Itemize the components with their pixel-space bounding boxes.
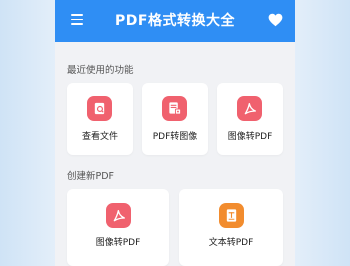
create-image-to-pdf-card[interactable]: 图像转PDF	[67, 189, 169, 266]
search-file-icon	[87, 96, 112, 121]
view-file-label: 查看文件	[81, 132, 118, 142]
image-to-pdf-label: 图像转PDF	[227, 132, 273, 142]
pdf-to-image-icon	[162, 96, 187, 121]
favorite-heart-icon[interactable]	[268, 12, 283, 27]
pdf-to-image-label: PDF转图像	[152, 132, 198, 142]
acrobat-pdf-icon	[237, 96, 262, 121]
create-section-title: 创建新PDF	[67, 171, 115, 182]
create-image-to-pdf-label: 图像转PDF	[95, 238, 141, 248]
text-document-icon	[219, 203, 244, 228]
phone-screen: PDF格式转换大全 最近使用的功能 查看文件 PDF转图像 图像转PDF 创建新…	[55, 0, 295, 266]
view-file-card[interactable]: 查看文件	[67, 83, 133, 155]
pdf-to-image-card[interactable]: PDF转图像	[142, 83, 208, 155]
text-to-pdf-label: 文本转PDF	[208, 238, 254, 248]
text-to-pdf-card[interactable]: 文本转PDF	[179, 189, 283, 266]
recent-section-title: 最近使用的功能	[67, 65, 134, 76]
app-bar: PDF格式转换大全	[55, 0, 295, 42]
image-to-pdf-card[interactable]: 图像转PDF	[217, 83, 283, 155]
app-title: PDF格式转换大全	[115, 13, 235, 29]
acrobat-pdf-icon	[106, 203, 131, 228]
